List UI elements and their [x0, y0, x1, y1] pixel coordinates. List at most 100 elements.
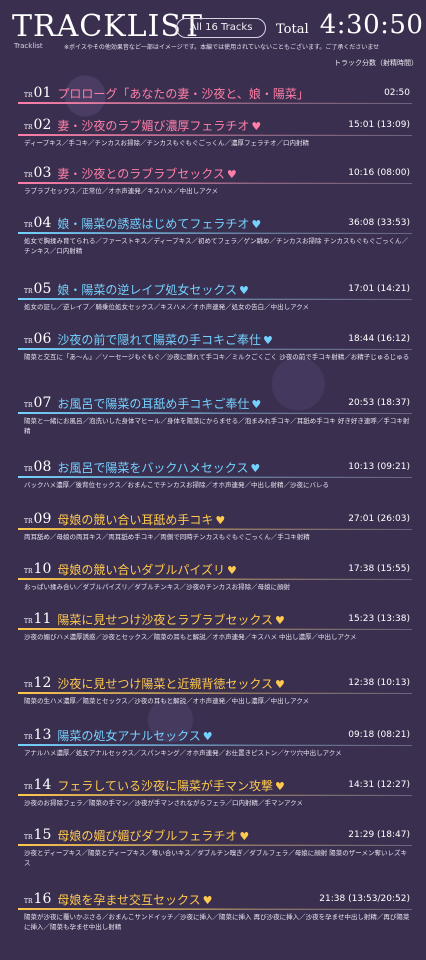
track-duration: 10:16 (08:00) [348, 168, 410, 178]
track-duration: 36:08 (33:53) [348, 218, 410, 228]
heart-icon: ♥ [202, 729, 213, 743]
track-tags: 陽菜が沙夜に覆いかぶさる／おまんこサンドイッチ／沙夜に挿入／陽菜に挿入 再び沙夜… [24, 913, 410, 931]
track-title: 陽菜の処女アナルセックス ♥ [57, 728, 213, 743]
track-accent-line [18, 528, 412, 530]
duration-legend: トラック分数（射精時間） [334, 59, 418, 67]
track-title-row: TR16 母娘を孕ませ交互セックス ♥ 21:38 (13:53/20:52) [24, 890, 410, 908]
track-title: お風呂で陽菜をバックハメセックス ♥ [57, 460, 261, 475]
track-tags: 陽菜と交互に「あ～ん」／ソーセージもぐもぐ／沙夜に隠れて手コキ／ミルクごくごく … [24, 353, 410, 361]
track-duration: 20:53 (18:37) [348, 398, 410, 408]
track-title-row: TR15 母娘の媚び媚びダブルフェラチオ ♥ 21:29 (18:47) [24, 826, 410, 844]
track-title-row: TR07 お風呂で陽菜の耳舐め手コキご奉仕 ♥ 20:53 (18:37) [24, 394, 410, 412]
track-duration: 10:13 (09:21) [348, 462, 410, 472]
track-duration: 17:38 (15:55) [348, 564, 410, 574]
track-tags: バックハメ濃厚／後背位セックス／おまんこでチンカスお掃除／オホ声連発／中出し射精… [24, 481, 329, 489]
track-title: 娘・陽菜の誘惑はじめてフェラチオ ♥ [57, 216, 262, 231]
heart-icon: ♥ [275, 613, 285, 627]
track-number: TR14 [24, 777, 52, 793]
all-tracks-badge: All 16 Tracks [176, 18, 266, 38]
heart-icon: ♥ [275, 677, 285, 691]
track-number: TR11 [24, 611, 52, 627]
track-tags: 陽菜と一緒にお風呂／泡洗いした身体マヒール／身体を陽菜にからませる／泡まみれ手コ… [24, 417, 410, 435]
total-value: 4:30:50 [319, 10, 424, 40]
track-title-row: TR09 母娘の競い合い耳舐め手コキ ♥ 27:01 (26:03) [24, 510, 410, 528]
track-tags: 沙夜とディープキス／陽菜とディープキス／奪い合いキス／ダブルチン嗅ぎ／ダブルフェ… [24, 849, 408, 867]
track-accent-line [18, 744, 412, 746]
tracklist-logo-subtitle: Tracklist [14, 42, 43, 50]
track-title: プロローグ「あなたの妻・沙夜と、娘・陽菜」 [57, 86, 309, 101]
track-title-row: TR10 母娘の競い合いダブルパイズリ ♥ 17:38 (15:55) [24, 560, 410, 578]
track-number: TR07 [24, 395, 52, 411]
heart-icon: ♥ [202, 893, 213, 907]
track-title: 母娘の媚び媚びダブルフェラチオ ♥ [57, 828, 250, 843]
track-title-row: TR01 プロローグ「あなたの妻・沙夜と、娘・陽菜」 02:50 [24, 84, 410, 102]
track-tags: おっぱい揉み合い／ダブルパイズリ／ダブルチンキス／沙夜のチンカスお掃除／母娘に顔… [24, 583, 291, 591]
track-number: TR16 [24, 891, 52, 907]
track-duration: 21:38 (13:53/20:52) [319, 894, 410, 904]
track-title-row: TR02 妻・沙夜のラブ媚び濃厚フェラチオ ♥ 15:01 (13:09) [24, 116, 410, 134]
heart-icon: ♥ [226, 167, 237, 181]
track-accent-line [18, 628, 412, 630]
track-accent-line [18, 412, 412, 414]
track-number: TR15 [24, 827, 52, 843]
heart-icon: ♥ [251, 119, 262, 133]
track-tags: ラブラブセックス／正常位／オホ声連発／キスハメ／中出しアクメ [24, 187, 219, 195]
track-title-row: TR11 陽菜に見せつけ沙夜とラブラブセックス ♥ 15:23 (13:38) [24, 610, 410, 628]
track-accent-line [18, 232, 412, 234]
track-number: TR08 [24, 459, 52, 475]
track-title: お風呂で陽菜の耳舐め手コキご奉仕 ♥ [57, 396, 262, 411]
track-tags: ディープキス／手コキ／チンカスお掃除／チンカスもぐもぐごっくん／濃厚フェラチオ／… [24, 139, 309, 147]
heart-icon: ♥ [251, 217, 262, 231]
heart-icon: ♥ [275, 779, 285, 793]
track-accent-line [18, 298, 412, 300]
track-accent-line [18, 908, 412, 910]
track-tags: 沙夜の媚びハメ濃厚誘惑／沙夜とセックス／陽菜の耳もと解説／オホ声連発／キスハメ … [24, 633, 357, 641]
total-duration: Total 4:30:50 [276, 10, 426, 44]
track-number: TR04 [24, 215, 52, 231]
track-title: 娘・陽菜の逆レイプ処女セックス ♥ [57, 282, 249, 297]
heart-icon: ♥ [250, 461, 261, 475]
track-title: 母娘の競い合い耳舐め手コキ ♥ [57, 512, 226, 527]
track-title-row: TR13 陽菜の処女アナルセックス ♥ 09:18 (08:21) [24, 726, 410, 744]
heart-icon: ♥ [239, 829, 250, 843]
track-accent-line [18, 182, 412, 184]
track-accent-line [18, 794, 412, 796]
track-title-row: TR05 娘・陽菜の逆レイプ処女セックス ♥ 17:01 (14:21) [24, 280, 410, 298]
track-duration: 15:23 (13:38) [348, 614, 410, 624]
track-title: 妻・沙夜とのラブラブセックス ♥ [57, 166, 237, 181]
track-title-row: TR12 沙夜に見せつけ陽菜と近親背徳セックス ♥ 12:38 (10:13) [24, 674, 410, 692]
track-title-row: TR06 沙夜の前で隠れて陽菜の手コキご奉仕 ♥ 18:44 (16:12) [24, 330, 410, 348]
track-title: 沙夜に見せつけ陽菜と近親背徳セックス ♥ [57, 676, 285, 691]
heart-icon: ♥ [239, 283, 249, 297]
track-accent-line [18, 844, 412, 846]
track-title: 陽菜に見せつけ沙夜とラブラブセックス ♥ [57, 612, 285, 627]
track-number: TR12 [24, 675, 52, 691]
track-title-row: TR03 妻・沙夜とのラブラブセックス ♥ 10:16 (08:00) [24, 164, 410, 182]
track-tags: 両耳舐め／母娘の両耳キス／両耳舐め手コキ／両側で同時チンカスもぐもぐごっくん／手… [24, 533, 310, 541]
track-title: 母娘を孕ませ交互セックス ♥ [57, 892, 213, 907]
notice-text: ※ボイスやその他効果音など一部はイメージです。本編では使用されていないこともござ… [64, 44, 380, 51]
track-number: TR09 [24, 511, 52, 527]
track-number: TR10 [24, 561, 52, 577]
track-duration: 14:31 (12:27) [348, 780, 410, 790]
track-accent-line [18, 692, 412, 694]
track-number: TR13 [24, 727, 52, 743]
track-duration: 17:01 (14:21) [348, 284, 410, 294]
track-tags: 陽菜の生ハメ濃厚／陽菜とセックス／沙夜の耳もと解説／オホ声連発／中出し濃厚／中出… [24, 697, 310, 705]
track-title-row: TR14 フェラしている沙夜に陽菜が手マン攻撃 ♥ 14:31 (12:27) [24, 776, 410, 794]
track-duration: 12:38 (10:13) [348, 678, 410, 688]
track-title-row: TR08 お風呂で陽菜をバックハメセックス ♥ 10:13 (09:21) [24, 458, 410, 476]
heart-icon: ♥ [263, 333, 273, 347]
track-tags: 処女で胸揉み育てられる／ファーストキス／ディープキス／初めてフェラ／ゲン眺め／チ… [24, 237, 409, 255]
track-duration: 27:01 (26:03) [348, 514, 410, 524]
track-title: 妻・沙夜のラブ媚び濃厚フェラチオ ♥ [57, 118, 262, 133]
track-accent-line [18, 102, 412, 104]
track-tags: アナルハメ濃厚／処女アナルセックス／スパンキング／オホ声連発／お仕置きピストン／… [24, 749, 342, 757]
track-title: フェラしている沙夜に陽菜が手マン攻撃 ♥ [57, 778, 285, 793]
track-tags: 沙夜のお掃除フェラ／陽菜の手マン／沙夜が手マンされながらフェラ／口内射精／手マン… [24, 799, 303, 807]
tracklist-header: TRACKLIST Tracklist All 16 Tracks Total … [0, 0, 426, 80]
track-number: TR02 [24, 117, 52, 133]
heart-icon: ♥ [215, 513, 226, 527]
track-number: TR06 [24, 331, 52, 347]
track-number: TR01 [24, 85, 52, 101]
